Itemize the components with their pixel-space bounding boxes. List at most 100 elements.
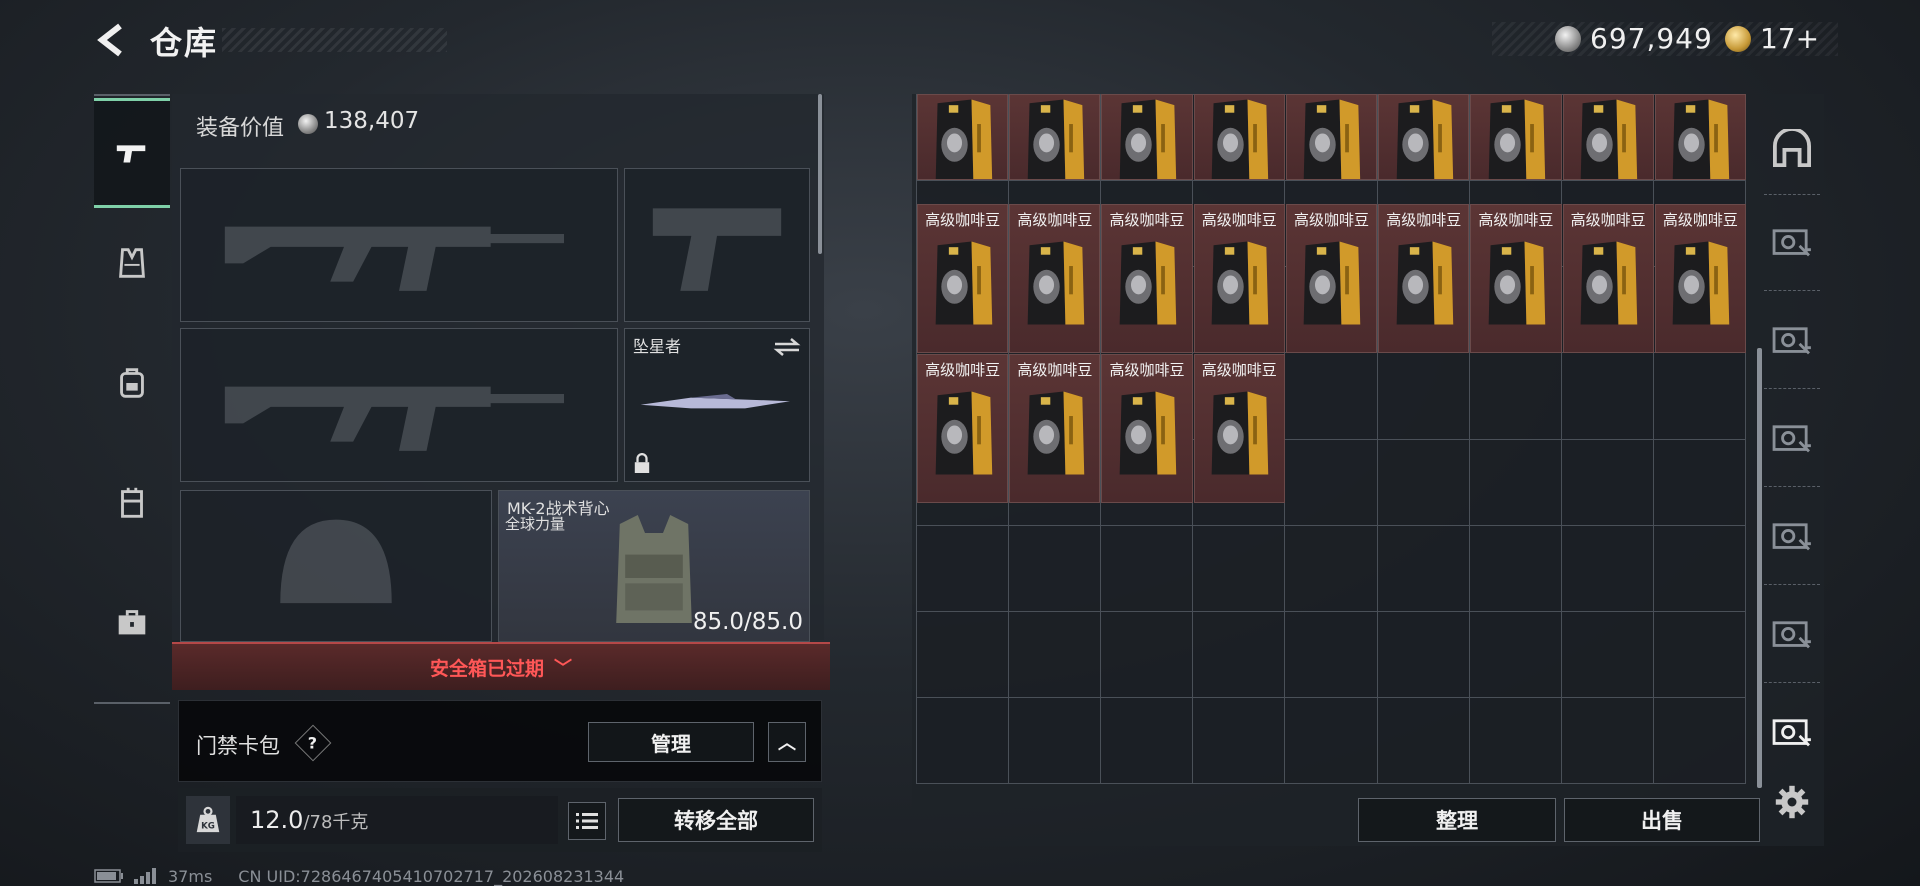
- storage-grid-cell[interactable]: [1284, 610, 1377, 697]
- storage-item-coffee-beans[interactable]: [1562, 94, 1654, 181]
- storage-grid-cell[interactable]: [1468, 696, 1561, 783]
- tab-divider: [1764, 682, 1820, 683]
- gold-currency-value[interactable]: 17+: [1760, 22, 1819, 55]
- storage-grid-cell[interactable]: [1284, 696, 1377, 783]
- storage-grid-cell[interactable]: [1100, 610, 1193, 697]
- storage-grid-cell[interactable]: [1284, 438, 1377, 525]
- helmet-slot[interactable]: [180, 490, 492, 642]
- storage-grid-cell[interactable]: [1468, 438, 1561, 525]
- list-view-button[interactable]: [568, 802, 606, 840]
- chevron-up-icon[interactable]: ︿: [768, 722, 806, 762]
- swap-icon[interactable]: [773, 337, 801, 357]
- storage-grid-cell[interactable]: [916, 524, 1009, 611]
- transfer-all-button[interactable]: 转移全部: [618, 798, 814, 842]
- storage-grid-cell[interactable]: [1192, 696, 1285, 783]
- storage-item-coffee-beans[interactable]: 高级咖啡豆: [1285, 204, 1378, 353]
- sort-button[interactable]: 整理: [1358, 798, 1556, 842]
- storage-grid-cell[interactable]: [916, 696, 1009, 783]
- storage-grid-cell[interactable]: [1376, 352, 1469, 439]
- storage-grid-cell[interactable]: [1100, 524, 1193, 611]
- storage-item-coffee-beans[interactable]: [1101, 94, 1193, 181]
- primary-weapon-slot[interactable]: [180, 168, 618, 322]
- storage-tab-expansion-6[interactable]: [1764, 704, 1820, 764]
- storage-grid-cell[interactable]: [916, 610, 1009, 697]
- storage-grid-cell[interactable]: [1376, 438, 1469, 525]
- storage-grid-cell[interactable]: [1468, 352, 1561, 439]
- storage-item-coffee-beans[interactable]: 高级咖啡豆: [1470, 204, 1562, 353]
- storage-item-coffee-beans[interactable]: [1193, 94, 1285, 181]
- storage-grid-cell[interactable]: [1376, 610, 1469, 697]
- storage-grid-cell[interactable]: [1100, 696, 1193, 783]
- tab-weapons[interactable]: [94, 98, 170, 208]
- tab-backpack[interactable]: [94, 328, 170, 438]
- storage-item-coffee-beans[interactable]: 高级咖啡豆: [1378, 204, 1470, 353]
- storage-item-coffee-beans[interactable]: [1470, 94, 1562, 181]
- melee-slot[interactable]: 坠星者: [624, 328, 810, 482]
- storage-grid-cell[interactable]: [1468, 524, 1561, 611]
- sell-button[interactable]: 出售: [1564, 798, 1760, 842]
- storage-item-coffee-beans[interactable]: [917, 94, 1009, 181]
- storage-scrollbar[interactable]: [1757, 348, 1762, 788]
- equipment-scrollbar[interactable]: [818, 94, 822, 254]
- weight-max: /78千克: [303, 812, 369, 833]
- coffee-bag-icon: [1396, 241, 1453, 325]
- storage-item-coffee-beans[interactable]: 高级咖啡豆: [1193, 204, 1285, 353]
- body-armor-slot[interactable]: MK-2战术背心 全球力量 85.0/85.0: [498, 490, 810, 642]
- storage-tab-expansion-5[interactable]: [1764, 606, 1820, 666]
- storage-grid-cell[interactable]: [1192, 610, 1285, 697]
- storage-grid-cell[interactable]: [1008, 524, 1101, 611]
- storage-grid-cell[interactable]: [1560, 696, 1653, 783]
- storage-item-coffee-beans[interactable]: 高级咖啡豆: [917, 204, 1009, 353]
- back-button[interactable]: [92, 20, 132, 60]
- storage-tab-expansion-2[interactable]: [1764, 312, 1820, 372]
- storage-tab-expansion-4[interactable]: [1764, 508, 1820, 568]
- storage-tab-expansion-1[interactable]: [1764, 214, 1820, 274]
- weight-value: 12.0/78千克: [250, 806, 368, 834]
- storage-grid-cell[interactable]: [1652, 610, 1745, 697]
- tab-armor[interactable]: [94, 208, 170, 318]
- storage-grid-cell[interactable]: [1560, 352, 1653, 439]
- storage-grid-cell[interactable]: [1192, 524, 1285, 611]
- storage-grid-cell[interactable]: [1008, 610, 1101, 697]
- storage-tab-home[interactable]: [1764, 118, 1820, 178]
- storage-grid-cell[interactable]: [1652, 696, 1745, 783]
- storage-grid-cell[interactable]: [1008, 696, 1101, 783]
- manage-button[interactable]: 管理: [588, 722, 754, 762]
- storage-grid-cell[interactable]: [1284, 352, 1377, 439]
- storage-grid-cell[interactable]: [1652, 438, 1745, 525]
- storage-grid-cell[interactable]: [1376, 524, 1469, 611]
- sidearm-slot[interactable]: [624, 168, 810, 322]
- storage-grid-cell[interactable]: [1652, 352, 1745, 439]
- storage-item-coffee-beans[interactable]: 高级咖啡豆: [1101, 204, 1193, 353]
- storage-item-coffee-beans[interactable]: 高级咖啡豆: [917, 354, 1009, 503]
- tab-secure-case[interactable]: [94, 568, 170, 678]
- storage-item-coffee-beans[interactable]: [1009, 94, 1101, 181]
- storage-grid-cell[interactable]: [1376, 696, 1469, 783]
- storage-item-coffee-beans[interactable]: 高级咖啡豆: [1101, 354, 1193, 503]
- storage-item-coffee-beans[interactable]: 高级咖啡豆: [1654, 204, 1746, 353]
- item-name-label: 高级咖啡豆: [1478, 211, 1554, 230]
- storage-grid-cell[interactable]: [1652, 524, 1745, 611]
- storage-item-coffee-beans[interactable]: 高级咖啡豆: [1009, 204, 1101, 353]
- safe-box-icon: [1772, 425, 1811, 453]
- safebox-expired-banner[interactable]: 安全箱已过期 ﹀: [172, 642, 830, 690]
- storage-item-coffee-beans[interactable]: [1654, 94, 1746, 181]
- storage-grid-cell[interactable]: [1560, 438, 1653, 525]
- storage-item-coffee-beans[interactable]: 高级咖啡豆: [1009, 354, 1101, 503]
- storage-grid-cell[interactable]: [1560, 524, 1653, 611]
- tab-divider: [1764, 486, 1820, 487]
- storage-grid-cell[interactable]: [1284, 524, 1377, 611]
- secondary-weapon-slot[interactable]: [180, 328, 618, 482]
- gear-icon: [1775, 785, 1809, 819]
- storage-item-coffee-beans[interactable]: [1285, 94, 1378, 181]
- item-name-label: 高级咖啡豆: [925, 361, 1001, 380]
- coffee-bag-icon: [1027, 391, 1085, 475]
- storage-item-coffee-beans[interactable]: 高级咖啡豆: [1562, 204, 1654, 353]
- storage-tab-expansion-3[interactable]: [1764, 410, 1820, 470]
- storage-grid-cell[interactable]: [1468, 610, 1561, 697]
- storage-item-coffee-beans[interactable]: 高级咖啡豆: [1193, 354, 1285, 503]
- storage-item-coffee-beans[interactable]: [1378, 94, 1470, 181]
- tab-chest-rig[interactable]: [94, 448, 170, 558]
- storage-grid-cell[interactable]: [1560, 610, 1653, 697]
- settings-button[interactable]: [1764, 772, 1820, 832]
